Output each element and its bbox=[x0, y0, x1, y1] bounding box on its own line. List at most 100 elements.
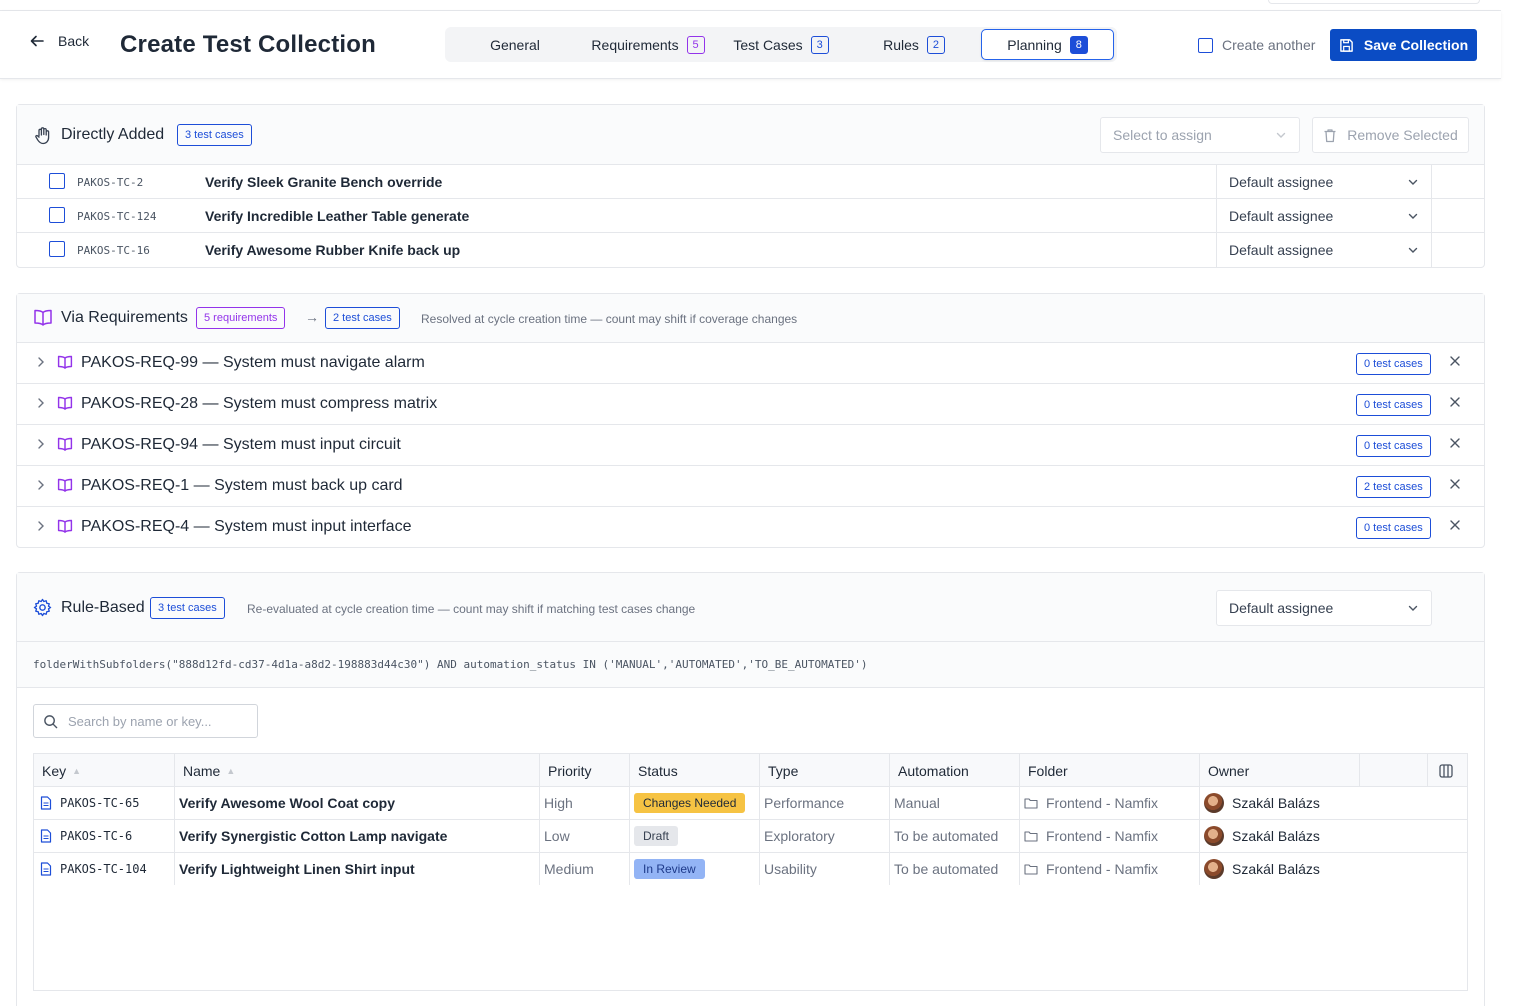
tab-label: Test Cases bbox=[733, 36, 803, 53]
status-cell: In Review bbox=[629, 853, 759, 885]
remove-selected-button[interactable]: Remove Selected bbox=[1312, 117, 1469, 153]
assignee-dropdown[interactable]: Default assignee bbox=[1216, 164, 1432, 199]
chevron-right-icon[interactable] bbox=[35, 519, 47, 533]
directly-added-panel: Directly Added 3 test cases Select to as… bbox=[16, 104, 1485, 268]
folder-icon bbox=[1024, 831, 1038, 842]
column-type[interactable]: Type bbox=[759, 754, 889, 787]
column-key[interactable]: Key ▲ bbox=[34, 754, 174, 787]
column-status[interactable]: Status bbox=[629, 754, 759, 787]
row-checkbox[interactable] bbox=[49, 207, 65, 223]
close-icon[interactable] bbox=[1449, 478, 1461, 490]
column-folder[interactable]: Folder bbox=[1019, 754, 1199, 787]
back-button[interactable]: Back bbox=[30, 33, 89, 49]
requirement-row[interactable]: PAKOS-REQ-99 — System must navigate alar… bbox=[17, 342, 1484, 383]
via-requirements-header: Via Requirements 5 requirements → 2 test… bbox=[17, 294, 1484, 342]
sort-icon: ▲ bbox=[72, 765, 82, 776]
chevron-right-icon[interactable] bbox=[35, 355, 47, 369]
column-name[interactable]: Name ▲ bbox=[174, 754, 539, 787]
requirement-row[interactable]: PAKOS-REQ-94 — System must input circuit… bbox=[17, 424, 1484, 465]
rule-assignee-dropdown[interactable]: Default assignee bbox=[1216, 590, 1432, 626]
tab-label: Requirements bbox=[591, 36, 679, 53]
column-owner[interactable]: Owner bbox=[1199, 754, 1359, 787]
column-label: Priority bbox=[548, 762, 592, 779]
remove-selected-label: Remove Selected bbox=[1347, 127, 1458, 143]
columns-icon bbox=[1439, 763, 1453, 778]
type-cell: Performance bbox=[759, 787, 889, 819]
chevron-down-icon bbox=[1408, 179, 1418, 185]
tab-bar: General Requirements 5 Test Cases 3 Rule… bbox=[445, 27, 1117, 62]
requirement-row[interactable]: PAKOS-REQ-4 — System must input interfac… bbox=[17, 506, 1484, 547]
arrow-separator: → bbox=[305, 309, 319, 325]
close-icon[interactable] bbox=[1449, 437, 1461, 449]
folder-cell: Frontend - Namfix bbox=[1019, 820, 1199, 852]
test-case-name: Verify Synergistic Cotton Lamp navigate bbox=[174, 820, 539, 852]
select-to-assign-dropdown[interactable]: Select to assign bbox=[1100, 117, 1300, 153]
tab-test-cases[interactable]: Test Cases 3 bbox=[732, 29, 830, 60]
close-icon[interactable] bbox=[1449, 519, 1461, 531]
assignee-value: Default assignee bbox=[1229, 173, 1334, 190]
chevron-right-icon[interactable] bbox=[35, 437, 47, 451]
tab-rules[interactable]: Rules 2 bbox=[881, 29, 947, 60]
test-case-name: Verify Lightweight Linen Shirt input bbox=[174, 853, 539, 885]
status-cell: Draft bbox=[629, 820, 759, 852]
close-icon[interactable] bbox=[1449, 396, 1461, 408]
tab-count-badge: 8 bbox=[1069, 35, 1088, 54]
requirement-label: PAKOS-REQ-28 — System must compress matr… bbox=[81, 395, 438, 412]
automation-cell: To be automated bbox=[889, 853, 1019, 885]
assignee-value: Default assignee bbox=[1229, 241, 1334, 258]
save-collection-button[interactable]: Save Collection bbox=[1330, 29, 1477, 61]
folder-cell: Frontend - Namfix bbox=[1019, 787, 1199, 819]
table-row[interactable]: PAKOS-TC-6 Verify Synergistic Cotton Lam… bbox=[34, 820, 1467, 853]
search-placeholder: Search by name or key... bbox=[68, 713, 212, 729]
search-icon bbox=[44, 714, 58, 728]
chevron-down-icon bbox=[1408, 605, 1418, 611]
type-cell: Exploratory bbox=[759, 820, 889, 852]
requirement-count-badge: 0 test cases bbox=[1356, 394, 1431, 416]
folder-cell: Frontend - Namfix bbox=[1019, 853, 1199, 885]
page-header: Back Create Test Collection General Requ… bbox=[0, 11, 1501, 79]
tab-requirements[interactable]: Requirements 5 bbox=[588, 29, 708, 60]
requirement-label: PAKOS-REQ-4 — System must input interfac… bbox=[81, 518, 412, 535]
table-row[interactable]: PAKOS-TC-65 Verify Awesome Wool Coat cop… bbox=[34, 787, 1467, 820]
book-icon bbox=[57, 519, 73, 533]
search-input[interactable]: Search by name or key... bbox=[33, 704, 258, 738]
chevron-right-icon[interactable] bbox=[35, 396, 47, 410]
requirement-row[interactable]: PAKOS-REQ-28 — System must compress matr… bbox=[17, 383, 1484, 424]
row-checkbox[interactable] bbox=[49, 241, 65, 257]
chevron-down-icon bbox=[1408, 213, 1418, 219]
assignee-dropdown[interactable]: Default assignee bbox=[1216, 198, 1432, 233]
requirement-row[interactable]: PAKOS-REQ-1 — System must back up card 2… bbox=[17, 465, 1484, 506]
automation-cell: Manual bbox=[889, 787, 1019, 819]
column-settings-button[interactable] bbox=[1427, 754, 1469, 787]
create-another-checkbox[interactable] bbox=[1198, 37, 1213, 53]
owner-cell: Szakál Balázs bbox=[1199, 787, 1469, 819]
table-row[interactable]: PAKOS-TC-104 Verify Lightweight Linen Sh… bbox=[34, 853, 1467, 886]
rule-query: folderWithSubfolders("888d12fd-cd37-4d1a… bbox=[17, 642, 1484, 688]
tab-planning[interactable]: Planning 8 bbox=[981, 29, 1114, 60]
owner-name: Szakál Balázs bbox=[1232, 828, 1320, 844]
column-automation[interactable]: Automation bbox=[889, 754, 1019, 787]
row-checkbox[interactable] bbox=[49, 173, 65, 189]
assignee-dropdown[interactable]: Default assignee bbox=[1216, 232, 1432, 267]
close-icon[interactable] bbox=[1449, 355, 1461, 367]
rule-based-panel: Rule-Based 3 test cases Re-evaluated at … bbox=[16, 572, 1485, 1006]
top-tab-edge bbox=[1268, 0, 1480, 4]
book-icon bbox=[57, 355, 73, 369]
test-case-name: Verify Incredible Leather Table generate bbox=[205, 208, 470, 224]
test-case-key: PAKOS-TC-6 bbox=[60, 829, 133, 843]
priority-cell: High bbox=[539, 787, 629, 819]
save-icon bbox=[1340, 38, 1353, 52]
status-badge: In Review bbox=[634, 859, 705, 879]
tab-count-badge: 3 bbox=[810, 35, 829, 54]
tab-general[interactable]: General bbox=[485, 29, 545, 60]
column-label: Name bbox=[183, 762, 221, 779]
type-cell: Usability bbox=[759, 853, 889, 885]
via-requirements-title: Via Requirements bbox=[61, 309, 188, 326]
select-placeholder: Select to assign bbox=[1113, 127, 1212, 143]
column-priority[interactable]: Priority bbox=[539, 754, 629, 787]
chevron-right-icon[interactable] bbox=[35, 478, 47, 492]
create-another-toggle[interactable]: Create another bbox=[1198, 37, 1315, 53]
book-icon bbox=[57, 437, 73, 451]
test-case-name: Verify Awesome Rubber Knife back up bbox=[205, 242, 461, 258]
book-icon bbox=[57, 478, 73, 492]
